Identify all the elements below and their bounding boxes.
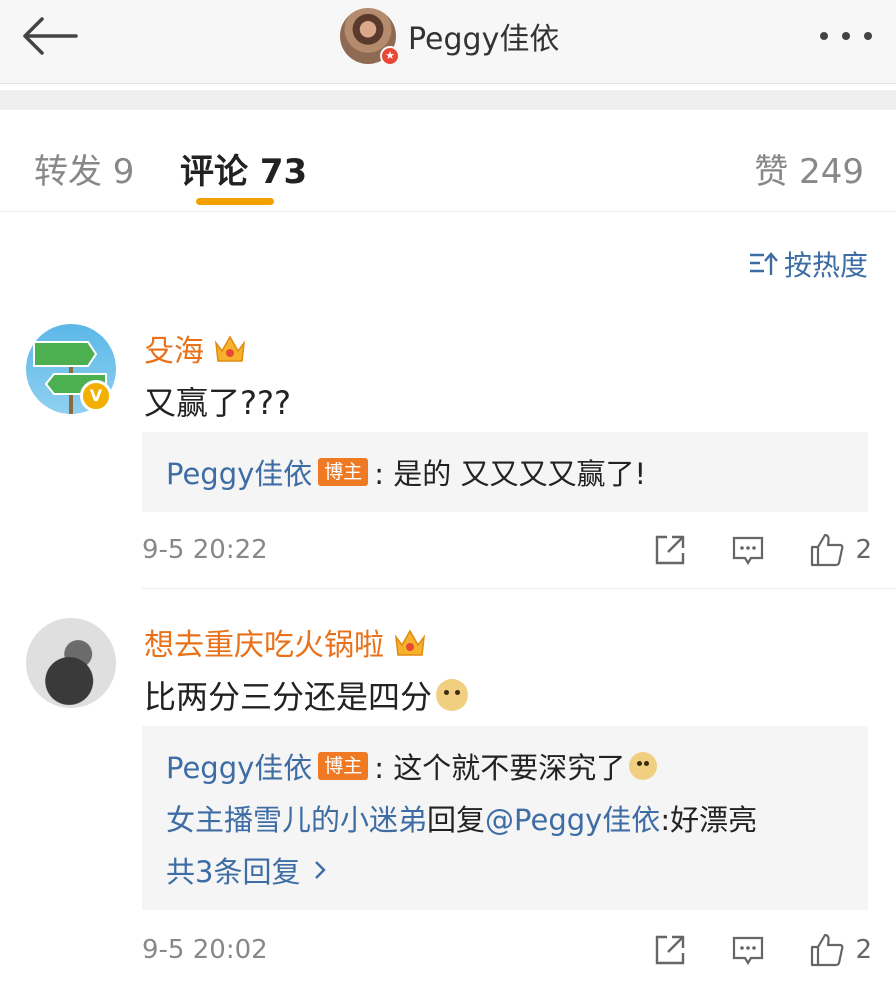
sort-icon	[749, 252, 778, 275]
comment-icon	[733, 936, 764, 966]
like-button[interactable]: 2	[809, 532, 872, 568]
top-bar: ★ Peggy佳依	[0, 0, 896, 84]
doge-emoji-icon	[629, 752, 658, 780]
more-replies-link[interactable]: 共3条回复	[166, 844, 844, 896]
author-avatar[interactable]: ★	[340, 8, 400, 66]
blogger-tag: 博主	[318, 752, 369, 780]
repost-icon	[656, 535, 685, 565]
reply-text: :好漂亮	[660, 803, 758, 837]
active-tab-indicator	[196, 198, 274, 205]
repost-button[interactable]	[653, 533, 687, 567]
crown-icon	[394, 629, 426, 656]
reply-connector: 回复	[427, 803, 486, 837]
reply-line: Peggy佳依 博主 : 这个就不要深究了	[166, 740, 844, 792]
reply-mention[interactable]: @Peggy佳依	[485, 797, 660, 839]
reply-author[interactable]: 女主播雪儿的小迷弟	[166, 797, 427, 839]
crown-icon	[214, 335, 246, 362]
comment-icon	[733, 536, 764, 566]
avatar[interactable]	[26, 618, 116, 708]
comment-meta: 9-5 20:02 2	[142, 930, 872, 970]
comment-username[interactable]: 殳海	[144, 326, 204, 370]
divider	[142, 588, 896, 589]
like-count: 2	[855, 535, 872, 565]
reply-button[interactable]	[731, 533, 765, 567]
badge-icon: ★	[380, 46, 400, 66]
like-count: 2	[855, 935, 872, 965]
back-arrow-icon[interactable]	[20, 14, 80, 58]
comment-text-content: 比两分三分还是四分	[144, 678, 433, 716]
like-icon	[811, 933, 844, 967]
chevron-right-icon	[315, 861, 327, 879]
sort-label: 按热度	[783, 249, 868, 282]
reply-button[interactable]	[731, 933, 765, 967]
post-author[interactable]: ★ Peggy佳依	[340, 8, 560, 66]
reply-line: Peggy佳依 博主 : 是的 又又又又赢了!	[166, 446, 844, 498]
comment-time: 9-5 20:22	[142, 535, 268, 565]
reply-author[interactable]: Peggy佳依	[166, 451, 312, 493]
separator	[0, 90, 896, 110]
page-title: Peggy佳依	[408, 22, 560, 57]
comment-text: 又赢了???	[144, 384, 291, 422]
repost-button[interactable]	[653, 933, 687, 967]
reply-box[interactable]: Peggy佳依 博主 : 这个就不要深究了 女主播雪儿的小迷弟 回复 @Pegg…	[142, 726, 868, 910]
more-replies-label: 共3条回复	[166, 855, 301, 889]
reply-author[interactable]: Peggy佳依	[166, 745, 312, 787]
comment-username[interactable]: 想去重庆吃火锅啦	[144, 620, 384, 664]
comment-text: 比两分三分还是四分	[144, 672, 469, 718]
comment-meta: 9-5 20:22 2	[142, 530, 872, 570]
blogger-tag: 博主	[318, 458, 369, 486]
like-button[interactable]: 2	[809, 932, 872, 968]
reply-text: : 是的 又又又又赢了!	[374, 457, 647, 491]
tab-comments[interactable]: 评论 73	[180, 144, 307, 193]
tab-bar: 转发 9 评论 73 赞 249	[0, 110, 896, 212]
tab-reposts[interactable]: 转发 9	[34, 144, 134, 193]
more-dots-icon[interactable]	[820, 26, 872, 46]
like-icon	[811, 533, 844, 567]
sort-button[interactable]: 按热度	[748, 244, 868, 284]
tab-likes[interactable]: 赞 249	[754, 144, 864, 193]
doge-emoji-icon	[436, 679, 469, 711]
reply-line: 女主播雪儿的小迷弟 回复 @Peggy佳依 :好漂亮	[166, 792, 844, 844]
reply-text: : 这个就不要深究了	[374, 751, 626, 785]
comment-time: 9-5 20:02	[142, 935, 268, 965]
reply-box[interactable]: Peggy佳依 博主 : 是的 又又又又赢了!	[142, 432, 868, 512]
verified-icon: V	[80, 380, 112, 412]
repost-icon	[656, 935, 685, 965]
